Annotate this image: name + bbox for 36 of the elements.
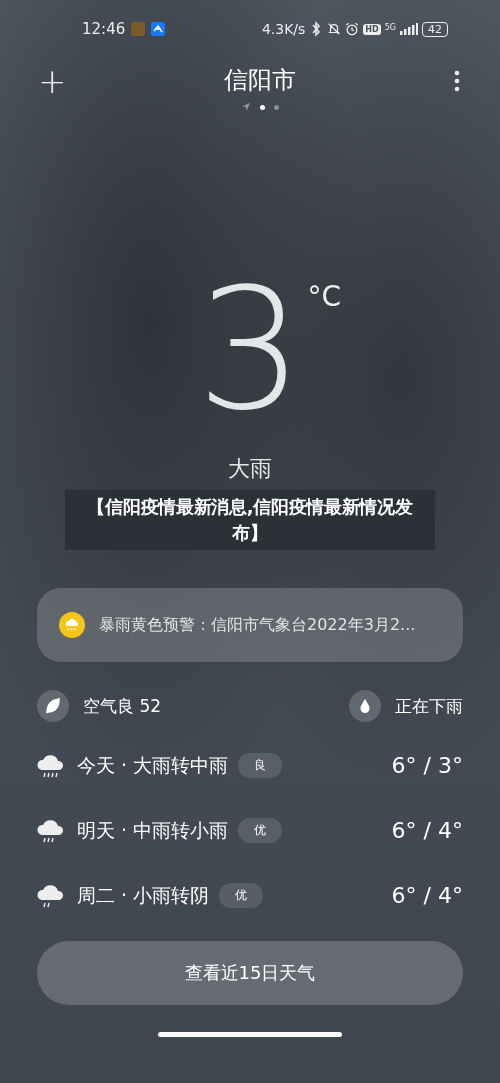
forecast-day: 周二 · 小雨转阴: [77, 882, 210, 909]
forecast-day: 明天 · 中雨转小雨: [77, 817, 229, 844]
temperature-range: 6° / 3°: [391, 753, 463, 778]
app-icon: [151, 22, 166, 36]
leaf-icon: [37, 690, 69, 722]
muted-bell-icon: [327, 21, 342, 37]
page-dot[interactable]: [274, 104, 280, 110]
signal-icon: [400, 23, 418, 35]
air-quality-badge: 良: [238, 753, 283, 778]
temperature-range: 6° / 4°: [391, 818, 463, 843]
hd-badge: HD: [363, 23, 381, 35]
city-name: 信阳市: [224, 65, 297, 96]
water-drop-icon: [349, 690, 381, 722]
temperature-unit: °C: [307, 280, 341, 313]
forecast-day: 今天 · 大雨转中雨: [77, 752, 229, 779]
15-day-forecast-button[interactable]: 查看近15日天气: [37, 941, 463, 1005]
air-quality-badge: 优: [238, 818, 283, 843]
temperature: 3: [196, 280, 304, 420]
headline-banner: 【信阳疫情最新消息,信阳疫情最新情况发布】: [65, 490, 435, 550]
location-arrow-icon[interactable]: [241, 102, 252, 112]
battery-level: 42: [422, 21, 448, 37]
info-text: 空气良 52: [83, 694, 162, 718]
app-icon: [131, 22, 146, 36]
weather-alert-card[interactable]: 暴雨黄色预警：信阳市气象台2022年3月2...: [37, 588, 463, 662]
alert-text: 暴雨黄色预警：信阳市气象台2022年3月2...: [99, 614, 416, 636]
network-type: 5G: [384, 23, 396, 32]
alarm-clock-icon: [345, 21, 360, 37]
more-options-icon[interactable]: [454, 70, 460, 92]
status-time: 12:46: [82, 20, 126, 38]
weather-condition: 大雨: [228, 455, 272, 483]
info-text: 正在下雨: [395, 694, 463, 718]
add-city-button[interactable]: +: [38, 64, 67, 98]
page-dot[interactable]: [260, 104, 266, 110]
air-quality-badge: 优: [219, 883, 264, 908]
network-speed: 4.3K/s: [261, 21, 306, 37]
temperature-range: 6° / 4°: [391, 883, 463, 908]
